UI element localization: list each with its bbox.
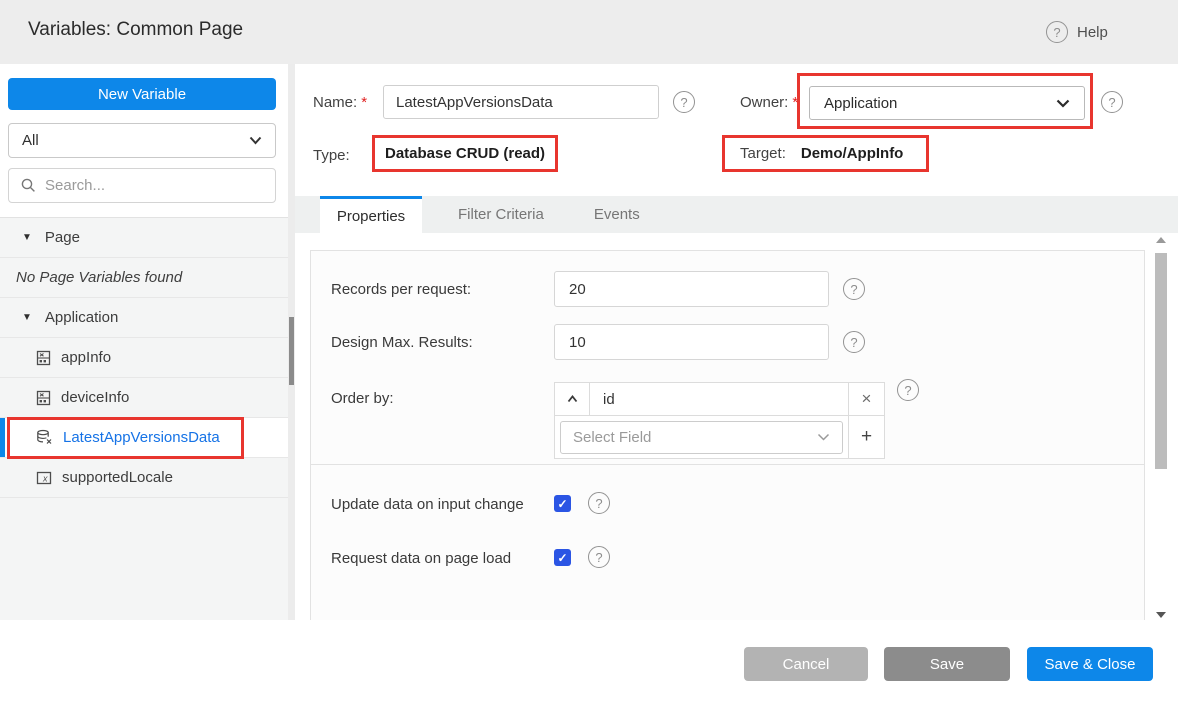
type-highlight-box: Database CRUD (read) xyxy=(372,135,558,172)
chevron-down-icon xyxy=(817,433,830,441)
variables-sidebar: New Variable All ▼ Page No Page Variable… xyxy=(0,64,288,620)
owner-highlight-box: Application xyxy=(797,73,1093,129)
filter-selected-value: All xyxy=(22,132,39,149)
new-variable-button[interactable]: New Variable xyxy=(8,78,276,110)
page-title: Variables: Common Page xyxy=(28,19,243,41)
owner-label-text: Owner: xyxy=(740,94,788,111)
content-scrollbar[interactable] xyxy=(1153,235,1170,620)
type-value: Database CRUD (read) xyxy=(385,145,545,162)
name-input[interactable] xyxy=(383,85,659,119)
records-help-icon[interactable]: ? xyxy=(843,278,865,300)
model-variable-icon xyxy=(36,390,51,406)
tab-events[interactable]: Events xyxy=(576,196,658,233)
order-by-label: Order by: xyxy=(331,390,394,407)
records-per-request-label: Records per request: xyxy=(331,281,471,298)
data-settings-card: Records per request: ? Design Max. Resul… xyxy=(310,250,1145,477)
owner-selected-value: Application xyxy=(824,95,897,112)
variable-label: supportedLocale xyxy=(62,469,173,486)
design-max-results-label: Design Max. Results: xyxy=(331,334,473,351)
search-box[interactable] xyxy=(8,168,276,203)
order-by-widget: id × Select Field + xyxy=(554,382,885,459)
add-order-field-button[interactable]: + xyxy=(848,416,884,458)
help-label: Help xyxy=(1077,24,1108,41)
variable-label: deviceInfo xyxy=(61,389,129,406)
sidebar-item-supportedlocale[interactable]: x supportedLocale xyxy=(0,458,288,498)
update-data-help-icon[interactable]: ? xyxy=(588,492,610,514)
select-field-cell: Select Field xyxy=(555,416,848,458)
group-label: Page xyxy=(45,229,80,246)
scroll-up-arrow-icon[interactable] xyxy=(1156,237,1166,243)
owner-label: Owner:* xyxy=(740,94,798,111)
search-icon xyxy=(21,178,36,193)
tab-filter-criteria[interactable]: Filter Criteria xyxy=(440,196,562,233)
tabbar: Properties Filter Criteria Events xyxy=(295,196,1178,233)
request-data-help-icon[interactable]: ? xyxy=(588,546,610,568)
target-label: Target: xyxy=(740,145,786,162)
tab-properties[interactable]: Properties xyxy=(320,196,422,233)
model-variable-icon xyxy=(36,350,51,366)
design-max-results-input[interactable] xyxy=(554,324,829,360)
sidebar-scrollbar-thumb[interactable] xyxy=(289,317,294,385)
dialog-header: Variables: Common Page ? Help xyxy=(0,0,1178,64)
locale-variable-icon: x xyxy=(36,470,52,486)
remove-order-field-button[interactable]: × xyxy=(848,383,884,415)
required-marker: * xyxy=(361,94,367,111)
request-data-checkbox[interactable]: ✓ xyxy=(554,549,571,566)
variable-label: LatestAppVersionsData xyxy=(63,429,220,446)
behavior-settings-card: Update data on input change ✓ ? Request … xyxy=(310,464,1145,620)
content-scrollbar-thumb[interactable] xyxy=(1155,253,1167,469)
collapse-triangle-icon: ▼ xyxy=(22,233,32,243)
sort-direction-button[interactable] xyxy=(555,383,590,415)
sidebar-item-deviceinfo[interactable]: deviceInfo xyxy=(0,378,288,418)
svg-text:x: x xyxy=(42,473,48,483)
update-data-label: Update data on input change xyxy=(331,496,524,513)
variable-label: appInfo xyxy=(61,349,111,366)
save-button[interactable]: Save xyxy=(884,647,1010,681)
name-label: Name:* xyxy=(313,94,367,111)
name-label-text: Name: xyxy=(313,94,357,111)
order-by-field-value: id xyxy=(590,383,848,415)
records-per-request-input[interactable] xyxy=(554,271,829,307)
order-by-row: id × xyxy=(555,383,884,416)
owner-select[interactable]: Application xyxy=(809,86,1085,120)
design-max-help-icon[interactable]: ? xyxy=(843,331,865,353)
owner-help-icon[interactable]: ? xyxy=(1101,91,1123,113)
database-crud-variable-icon xyxy=(36,429,53,446)
variables-tree: ▼ Page No Page Variables found ▼ Applica… xyxy=(0,217,288,620)
search-input[interactable] xyxy=(45,177,255,194)
scroll-down-arrow-icon[interactable] xyxy=(1156,612,1166,618)
save-and-close-button[interactable]: Save & Close xyxy=(1027,647,1153,681)
sidebar-scrollbar[interactable] xyxy=(288,64,295,620)
variable-filter-select[interactable]: All xyxy=(8,123,276,158)
chevron-down-icon xyxy=(249,136,262,145)
help-icon: ? xyxy=(1046,21,1068,43)
order-by-add-row: Select Field + xyxy=(555,416,884,458)
target-value: Demo/AppInfo xyxy=(801,145,904,162)
sidebar-item-latestappversionsdata[interactable]: LatestAppVersionsData xyxy=(0,418,288,458)
select-field-placeholder: Select Field xyxy=(573,429,651,446)
empty-page-variables-message: No Page Variables found xyxy=(0,258,288,298)
tree-group-application[interactable]: ▼ Application xyxy=(0,298,288,338)
variable-editor: Name:* ? Owner:* Application ? Type: Dat… xyxy=(295,64,1178,620)
group-label: Application xyxy=(45,309,118,326)
cancel-button[interactable]: Cancel xyxy=(744,647,868,681)
chevron-up-icon xyxy=(567,395,578,403)
selected-indicator-bar xyxy=(0,418,5,457)
collapse-triangle-icon: ▼ xyxy=(22,313,32,323)
chevron-down-icon xyxy=(1056,99,1070,108)
properties-panel: Records per request: ? Design Max. Resul… xyxy=(295,233,1153,620)
request-data-label: Request data on page load xyxy=(331,550,511,567)
select-field-dropdown[interactable]: Select Field xyxy=(560,421,843,454)
variables-dialog: Variables: Common Page ? Help New Variab… xyxy=(0,0,1178,705)
name-help-icon[interactable]: ? xyxy=(673,91,695,113)
tree-group-page[interactable]: ▼ Page xyxy=(0,218,288,258)
order-by-help-icon[interactable]: ? xyxy=(897,379,919,401)
target-highlight-box: Target: Demo/AppInfo xyxy=(722,135,929,172)
dialog-footer: Cancel Save Save & Close xyxy=(0,620,1178,705)
type-label: Type: xyxy=(313,147,350,164)
sidebar-item-appinfo[interactable]: appInfo xyxy=(0,338,288,378)
update-data-checkbox[interactable]: ✓ xyxy=(554,495,571,512)
help-button[interactable]: ? Help xyxy=(1046,21,1108,43)
